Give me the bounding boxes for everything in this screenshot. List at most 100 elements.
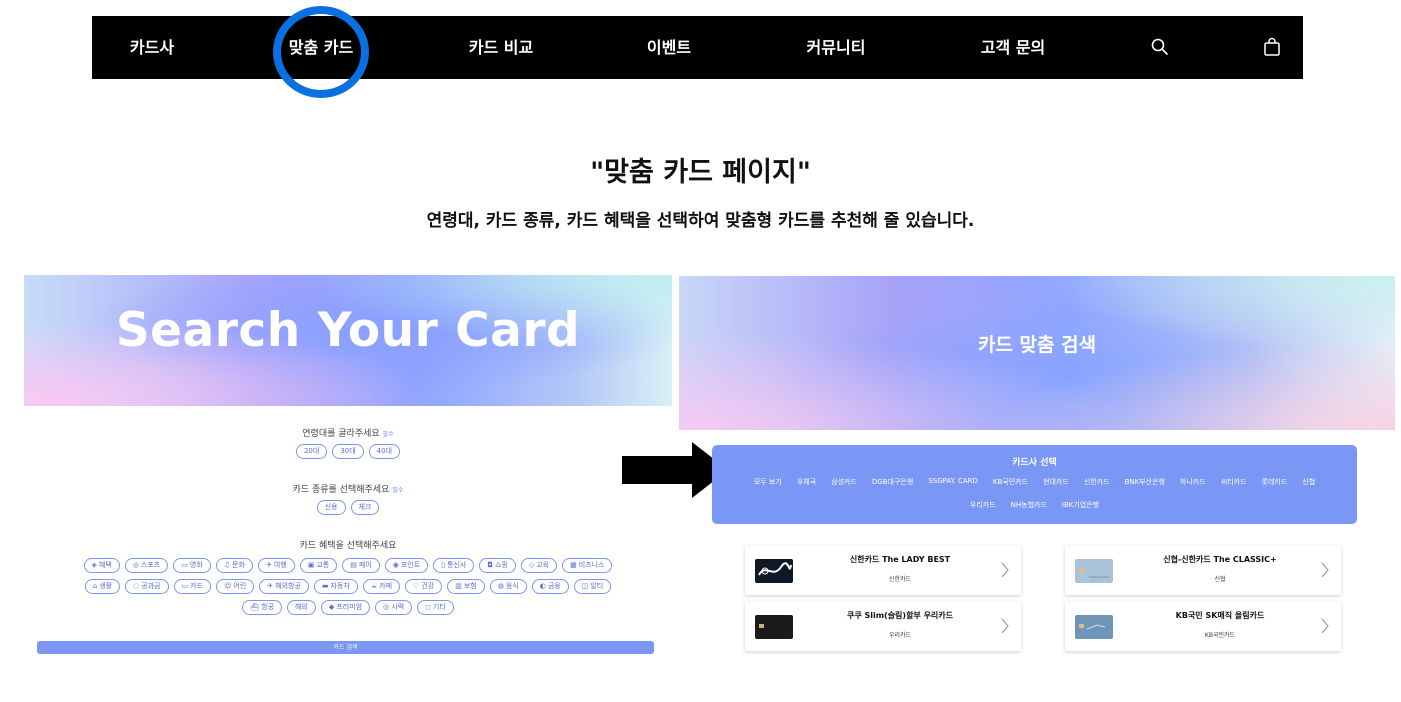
nav-item-customer-support[interactable]: 고객 문의 xyxy=(981,16,1045,79)
page-subtitle: 연령대, 카드 종류, 카드 혜택을 선택하여 맞춤형 카드를 추천해 줄 있습… xyxy=(426,211,975,231)
shopping-icon: ◘ xyxy=(487,561,493,569)
benefit-chip[interactable]: ◎ 스포츠 xyxy=(124,558,169,573)
card-result-item[interactable]: 신한카드 The LADY BEST 신한카드 xyxy=(745,546,1021,595)
benefit-chip[interactable]: ▯ 통신사 xyxy=(433,558,475,573)
car-icon: ▬ xyxy=(321,582,329,590)
benefit-chip[interactable]: ◆ 프리미엄 xyxy=(320,600,371,615)
benefit-chip[interactable]: ◐ 금융 xyxy=(531,579,569,594)
nav-item-card-compare[interactable]: 카드 비교 xyxy=(469,16,533,79)
cafe-icon: ☕ xyxy=(370,582,378,590)
benefit-chip-label: 생활 xyxy=(99,582,113,590)
benefit-chip[interactable]: 해외 xyxy=(287,600,316,615)
nav-item-card-companies[interactable]: 카드사 xyxy=(130,16,174,79)
type-chip-check[interactable]: 체크 xyxy=(350,500,380,515)
benefit-chip[interactable]: ✈ 해외항공 xyxy=(259,579,309,594)
travel-icon: ✈ xyxy=(265,561,272,569)
benefit-chip[interactable]: ◍ 음식 xyxy=(489,579,527,594)
benefit-chip[interactable]: ▬ 자동차 xyxy=(313,579,358,594)
benefit-chip-label: 스포츠 xyxy=(140,561,161,569)
issuer-option[interactable]: 모두 보기 xyxy=(754,477,782,487)
benefit-chip-label: 음식 xyxy=(505,582,519,590)
card-issuer: 신협 xyxy=(1214,576,1226,583)
benefit-chip-label: 교육 xyxy=(536,561,550,569)
type-section-label: 카드 종류를 선택해주세요 필수 xyxy=(24,482,672,495)
issuer-option[interactable]: 삼성카드 xyxy=(831,477,857,487)
benefit-chip-label: 알티 xyxy=(590,582,604,590)
required-badge: 필수 xyxy=(382,431,394,438)
issuer-option[interactable]: IBK기업은행 xyxy=(1062,500,1099,510)
issuer-option[interactable]: 씨티카드 xyxy=(1221,477,1247,487)
age-chip-30s[interactable]: 30대 xyxy=(332,444,364,459)
issuer-option[interactable]: SSGPAY. CARD xyxy=(928,477,978,487)
benefit-chip[interactable]: ☕ 카페 xyxy=(362,579,401,594)
benefit-options-row: ◈ 혜택 ◎ 스포츠 ▭ 영화 ♫ 문화 ✈ 여행 ▣ 교통 ▤ 페이 ◉ 포인트 ▯ 통신사 ◘ 쇼핑 ◇ 교육 ▦ 비즈니… xyxy=(24,558,672,573)
shopping-bag-icon[interactable] xyxy=(1262,37,1282,57)
age-chip-40s[interactable]: 40대 xyxy=(368,444,401,459)
nav-item-community[interactable]: 커뮤니티 xyxy=(807,16,866,79)
benefit-chip[interactable]: ♫ 문화 xyxy=(215,558,253,573)
benefit-chip[interactable]: ⛴ 항공 xyxy=(242,600,283,615)
benefit-chip[interactable]: ▤ 페이 xyxy=(342,558,380,573)
card-thumbnail xyxy=(1075,615,1113,639)
benefit-chip[interactable]: ◫ 알티 xyxy=(573,579,612,594)
card-thumbnail xyxy=(755,559,793,583)
issuer-option[interactable]: 신협 xyxy=(1302,477,1315,487)
benefit-chip[interactable]: ▭ 카드 xyxy=(173,579,212,594)
benefit-chip[interactable]: ☺ 어린 xyxy=(216,579,255,594)
search-icon[interactable] xyxy=(1150,37,1170,57)
benefit-chip[interactable]: ▥ 보험 xyxy=(447,579,485,594)
benefit-chip[interactable]: ◇ 교육 xyxy=(520,558,558,573)
card-result-item[interactable]: 신협-신한카드 The CLASSIC+ 신협 xyxy=(1065,546,1341,595)
age-section-label: 연령대를 골라주세요 필수 xyxy=(24,426,672,439)
finance-icon: ◐ xyxy=(539,582,546,590)
card-name: KB국민 SK매직 올림카드 xyxy=(1175,611,1265,620)
card-result-item[interactable]: KB국민 SK매직 올림카드 KB국민카드 xyxy=(1065,602,1341,651)
insurance-icon: ▥ xyxy=(455,582,462,590)
issuer-option[interactable]: NH농협카드 xyxy=(1011,500,1047,510)
issuer-option[interactable]: 하나카드 xyxy=(1180,477,1206,487)
card-issuer: 우리카드 xyxy=(888,632,912,639)
issuer-option[interactable]: 우리카드 xyxy=(970,500,996,510)
issuer-row: 모두 보기 우체국 삼성카드 DGB대구은행 SSGPAY. CARD KB국민카드 현대카… xyxy=(712,477,1357,487)
benefit-chip[interactable]: ▭ 영화 xyxy=(173,558,211,573)
issuer-option[interactable]: 우체국 xyxy=(797,477,816,487)
benefit-chip[interactable]: ♡ 건강 xyxy=(405,579,443,594)
card-thumbnail xyxy=(1075,559,1113,583)
benefit-chip[interactable]: ◉ 포인트 xyxy=(384,558,429,573)
airline-icon: ✈ xyxy=(267,582,274,590)
card-result-item[interactable]: 쿠쿠 Slim(슬림)할부 우리카드 우리카드 xyxy=(745,602,1021,651)
benefit-chip-label: 교통 xyxy=(316,561,330,569)
benefit-chip[interactable]: ✈ 여행 xyxy=(257,558,295,573)
benefit-chip[interactable]: ◘ 쇼핑 xyxy=(479,558,516,573)
benefit-chip[interactable]: ⌂ 생활 xyxy=(84,579,121,594)
type-chip-credit[interactable]: 신용 xyxy=(316,500,346,515)
benefit-chip-label: 통신사 xyxy=(447,561,467,569)
issuer-option[interactable]: 롯데카드 xyxy=(1262,477,1288,487)
nav-item-events[interactable]: 이벤트 xyxy=(647,16,691,79)
benefit-options-row: ⛴ 항공 해외 ◆ 프리미엄 ◎ 시력 ◻ 기타 xyxy=(24,600,672,615)
tag-icon: ◈ xyxy=(91,561,97,569)
benefit-chip[interactable]: ◌ 공과금 xyxy=(125,579,169,594)
age-chip-20s[interactable]: 20대 xyxy=(295,444,328,459)
issuer-option[interactable]: BNK부산은행 xyxy=(1125,477,1165,487)
benefit-chip[interactable]: ▦ 비즈니스 xyxy=(562,558,613,573)
type-label-text: 카드 종류를 선택해주세요 xyxy=(292,485,390,495)
benefit-chip[interactable]: ◈ 혜택 xyxy=(83,558,120,573)
benefit-chip[interactable]: ◻ 기타 xyxy=(417,600,454,615)
issuer-option[interactable]: DGB대구은행 xyxy=(872,477,913,487)
benefit-chip-label: 해외 xyxy=(295,603,308,611)
benefit-chip-label: 카드 xyxy=(190,582,204,590)
issuer-option[interactable]: KB국민카드 xyxy=(993,477,1028,487)
required-badge: 필수 xyxy=(392,487,404,494)
chevron-right-icon xyxy=(1321,562,1329,578)
issuer-option[interactable]: 현대카드 xyxy=(1043,477,1069,487)
issuer-option[interactable]: 신한카드 xyxy=(1084,477,1110,487)
benefit-chip-label: 보험 xyxy=(463,582,477,590)
benefit-chip-label: 항공 xyxy=(261,603,275,611)
benefit-chip[interactable]: ▣ 교통 xyxy=(299,558,338,573)
business-icon: ▦ xyxy=(570,561,577,569)
benefit-chip[interactable]: ◎ 시력 xyxy=(375,600,413,615)
age-options: 20대 30대 40대 xyxy=(24,444,672,459)
benefit-chip-label: 자동차 xyxy=(330,582,350,590)
card-search-button[interactable]: 카드 검색 xyxy=(37,641,654,654)
